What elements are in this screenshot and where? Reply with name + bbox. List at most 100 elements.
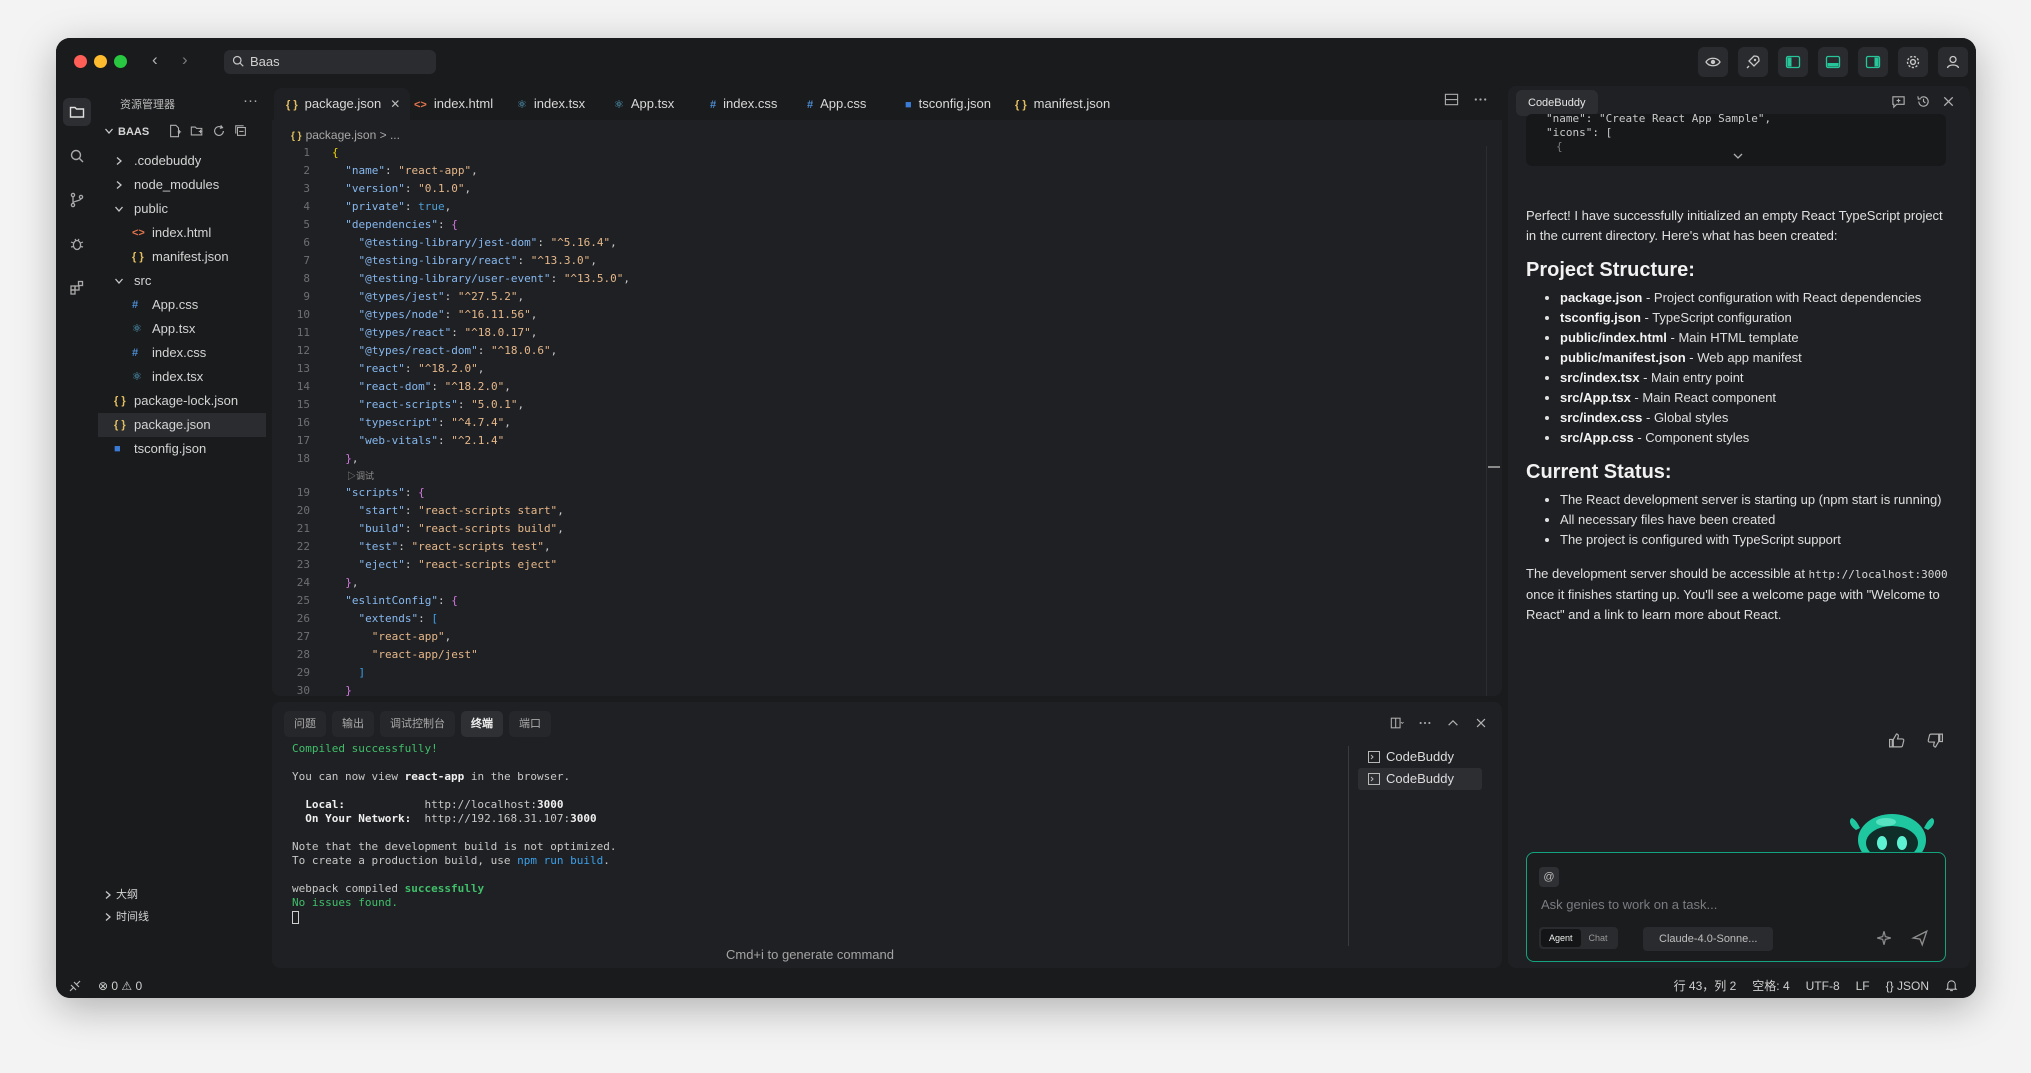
structure-desc: - Project configuration with React depen…	[1642, 290, 1922, 305]
sparkle-icon[interactable]	[1875, 929, 1893, 947]
maximize-window-button[interactable]	[114, 55, 127, 68]
activity-debug[interactable]	[63, 230, 91, 258]
expand-code-chevron-icon[interactable]	[1732, 150, 1744, 162]
settings-button[interactable]	[1898, 47, 1928, 77]
tree-item-index-css[interactable]: # index.css	[98, 341, 266, 365]
mode-chat-button[interactable]: Chat	[1581, 929, 1616, 947]
tab-index-tsx[interactable]: ⚛ index.tsx	[505, 88, 597, 120]
panel-tab-0[interactable]: 问题	[284, 711, 326, 737]
workspace-root[interactable]: BAAS	[98, 123, 266, 143]
code-token: :	[404, 362, 419, 375]
panel-tab-1[interactable]: 输出	[332, 711, 374, 737]
panel-tab-2[interactable]: 调试控制台	[380, 711, 455, 737]
minimize-window-button[interactable]	[94, 55, 107, 68]
tree-item-package-lock-json[interactable]: { } package-lock.json	[98, 389, 266, 413]
tree-item-src[interactable]: src	[98, 269, 266, 293]
code-editor[interactable]: 1{2 "name": "react-app", 3 "version": "0.…	[272, 144, 1482, 696]
refresh-icon[interactable]	[212, 124, 226, 138]
editor-scrollbar[interactable]	[1486, 146, 1500, 696]
tab-tsconfig-json[interactable]: ■ tsconfig.json	[893, 88, 1003, 120]
panel-tab-4[interactable]: 端口	[509, 711, 551, 737]
timeline-section[interactable]: 时间线	[98, 906, 266, 928]
tree-item-package-json[interactable]: { } package.json	[98, 413, 266, 437]
close-icon[interactable]	[1474, 716, 1488, 730]
breadcrumb-rest[interactable]: > ...	[380, 128, 400, 142]
tab-label: manifest.json	[1033, 96, 1111, 111]
chevron-up-icon[interactable]	[1446, 716, 1460, 730]
split-editor-icon[interactable]	[1444, 92, 1459, 107]
terminal-output[interactable]: Compiled successfully! You can now view …	[292, 742, 1292, 924]
tab-index-css[interactable]: # index.css	[698, 88, 789, 120]
toggle-primary-sidebar-button[interactable]	[1778, 47, 1808, 77]
new-chat-icon[interactable]	[1891, 94, 1906, 109]
tab-app-tsx[interactable]: ⚛ App.tsx	[602, 88, 686, 120]
preview-button[interactable]	[1698, 47, 1728, 77]
more-actions-icon[interactable]	[1473, 92, 1488, 107]
more-actions-icon[interactable]	[1418, 716, 1432, 730]
back-arrow-icon[interactable]: ‹	[152, 50, 158, 70]
remote-icon[interactable]	[68, 979, 82, 993]
thumbs-down-icon[interactable]	[1927, 732, 1944, 749]
tree-item-label: index.css	[152, 345, 207, 360]
tree-item-public[interactable]: public	[98, 197, 266, 221]
tree-item--codebuddy[interactable]: .codebuddy	[98, 149, 266, 173]
mode-agent-button[interactable]: Agent	[1541, 929, 1581, 947]
tree-item-index-html[interactable]: <> index.html	[98, 221, 266, 245]
language-mode[interactable]: {} JSON	[1886, 974, 1929, 998]
tree-item-manifest-json[interactable]: { } manifest.json	[98, 245, 266, 269]
cursor-position[interactable]: 行 43，列 2	[1674, 974, 1737, 998]
thumbs-up-icon[interactable]	[1888, 732, 1905, 749]
deploy-button[interactable]	[1738, 47, 1768, 77]
breadcrumb-file[interactable]: package.json	[306, 128, 377, 142]
split-terminal-icon[interactable]	[1390, 716, 1404, 730]
tab-index-html[interactable]: <> index.html	[402, 88, 505, 120]
account-button[interactable]	[1938, 47, 1968, 77]
activity-extensions[interactable]	[63, 274, 91, 302]
terminal-instance[interactable]: CodeBuddy	[1358, 768, 1482, 790]
tab-package-json[interactable]: { } package.json ✕	[274, 88, 411, 120]
activity-search[interactable]	[63, 142, 91, 170]
toggle-secondary-sidebar-button[interactable]	[1858, 47, 1888, 77]
toggle-panel-button[interactable]	[1818, 47, 1848, 77]
command-search-input[interactable]: Baas	[224, 50, 436, 74]
new-folder-icon[interactable]	[190, 124, 204, 138]
forward-arrow-icon[interactable]: ›	[182, 50, 188, 70]
panel-tab-3[interactable]: 终端	[461, 711, 503, 737]
line-number: 18	[296, 452, 310, 465]
tree-item-app-tsx[interactable]: ⚛ App.tsx	[98, 317, 266, 341]
tree-item-node-modules[interactable]: node_modules	[98, 173, 266, 197]
chat-input-box[interactable]: @ Ask genies to work on a task... Agent …	[1526, 852, 1946, 962]
tree-item-tsconfig-json[interactable]: ■ tsconfig.json	[98, 437, 266, 461]
close-tab-icon[interactable]: ✕	[390, 97, 400, 111]
debug-codelens[interactable]: ▷调试	[272, 468, 1482, 484]
code-token: :	[404, 200, 419, 213]
debug-codelens-label[interactable]: ▷调试	[347, 468, 374, 484]
notifications-bell-icon[interactable]	[1945, 974, 1958, 998]
tree-item-index-tsx[interactable]: ⚛ index.tsx	[98, 365, 266, 389]
tree-item-app-css[interactable]: # App.css	[98, 293, 266, 317]
tab-manifest-json[interactable]: { } manifest.json	[1003, 88, 1122, 120]
encoding[interactable]: UTF-8	[1806, 974, 1840, 998]
chat-tab-codebuddy[interactable]: CodeBuddy	[1516, 90, 1598, 116]
end-of-line[interactable]: LF	[1856, 974, 1870, 998]
send-icon[interactable]	[1911, 929, 1929, 947]
problems-count[interactable]: ⊗ 0 ⚠ 0	[98, 974, 142, 998]
close-icon[interactable]	[1941, 94, 1956, 109]
chat-input-placeholder[interactable]: Ask genies to work on a task...	[1541, 897, 1717, 912]
explorer-more-button[interactable]: ···	[243, 92, 258, 109]
close-window-button[interactable]	[74, 55, 87, 68]
app-window: ‹ › Baas 资源管理器 ··· BAAS .codebuddy node_…	[56, 38, 1976, 998]
scrollbar-thumb[interactable]	[1488, 466, 1500, 468]
activity-source-control[interactable]	[63, 186, 91, 214]
terminal-instance[interactable]: CodeBuddy	[1358, 746, 1482, 768]
activity-explorer[interactable]	[63, 98, 91, 126]
model-selector[interactable]: Claude-4.0-Sonne...	[1643, 927, 1774, 951]
tab-app-css[interactable]: # App.css	[795, 88, 878, 120]
collapse-all-icon[interactable]	[234, 124, 248, 138]
outline-section[interactable]: 大纲	[98, 884, 266, 906]
new-file-icon[interactable]	[168, 124, 182, 138]
mention-button[interactable]: @	[1539, 867, 1559, 887]
indentation[interactable]: 空格: 4	[1752, 974, 1789, 998]
history-icon[interactable]	[1916, 94, 1931, 109]
